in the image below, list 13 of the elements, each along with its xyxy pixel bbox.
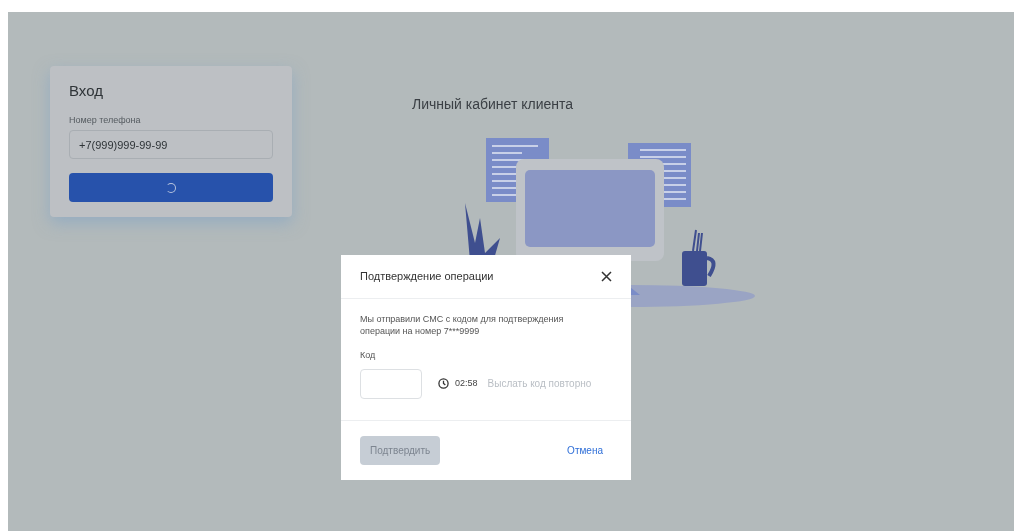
clock-icon [438, 378, 449, 389]
card-title: Вход [69, 81, 104, 101]
close-icon[interactable] [601, 271, 612, 282]
phone-input-field[interactable]: +7(999)999-99-99 [69, 130, 273, 159]
cancel-link[interactable]: Отмена [567, 443, 603, 458]
field-label: Номер телефона [69, 113, 142, 127]
login-button[interactable] [69, 173, 273, 202]
dialog-message: Мы отправили СМС с кодом для подтверждения операции на номер 7***9999 [360, 313, 565, 337]
code-label: Код [360, 349, 377, 362]
code-input-field[interactable] [360, 368, 422, 399]
countdown-timer: 02:58 [455, 376, 478, 390]
dialog-title: Подтверждение операции [360, 269, 494, 285]
page-heading: Личный кабинет клиента [412, 95, 575, 114]
